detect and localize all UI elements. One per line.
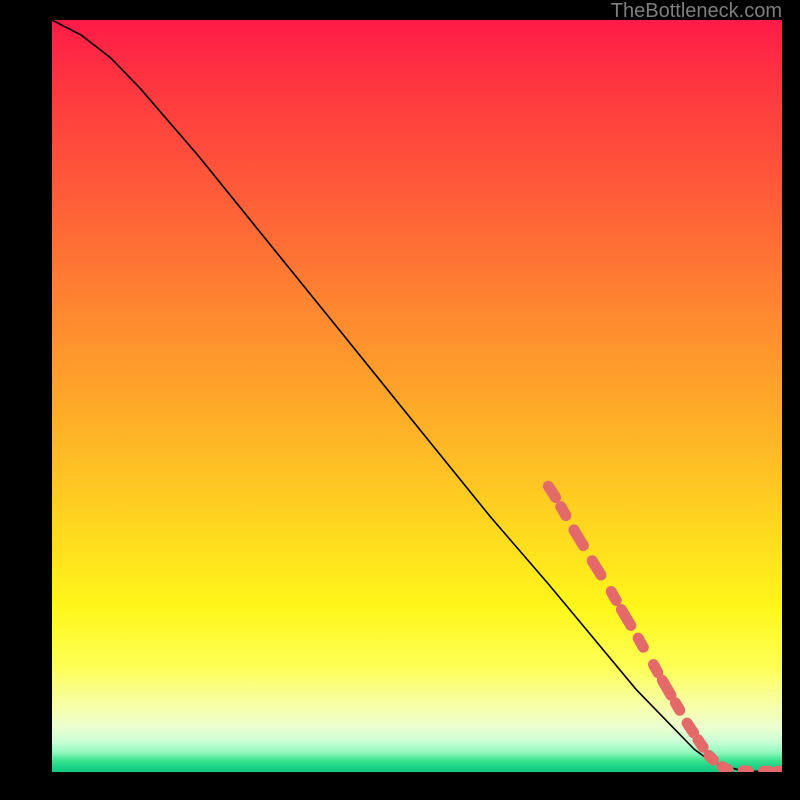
plot-area	[52, 20, 782, 772]
chart-stage: TheBottleneck.com	[0, 0, 800, 800]
credit-text: TheBottleneck.com	[611, 0, 782, 23]
dashed-overlay	[52, 20, 782, 772]
